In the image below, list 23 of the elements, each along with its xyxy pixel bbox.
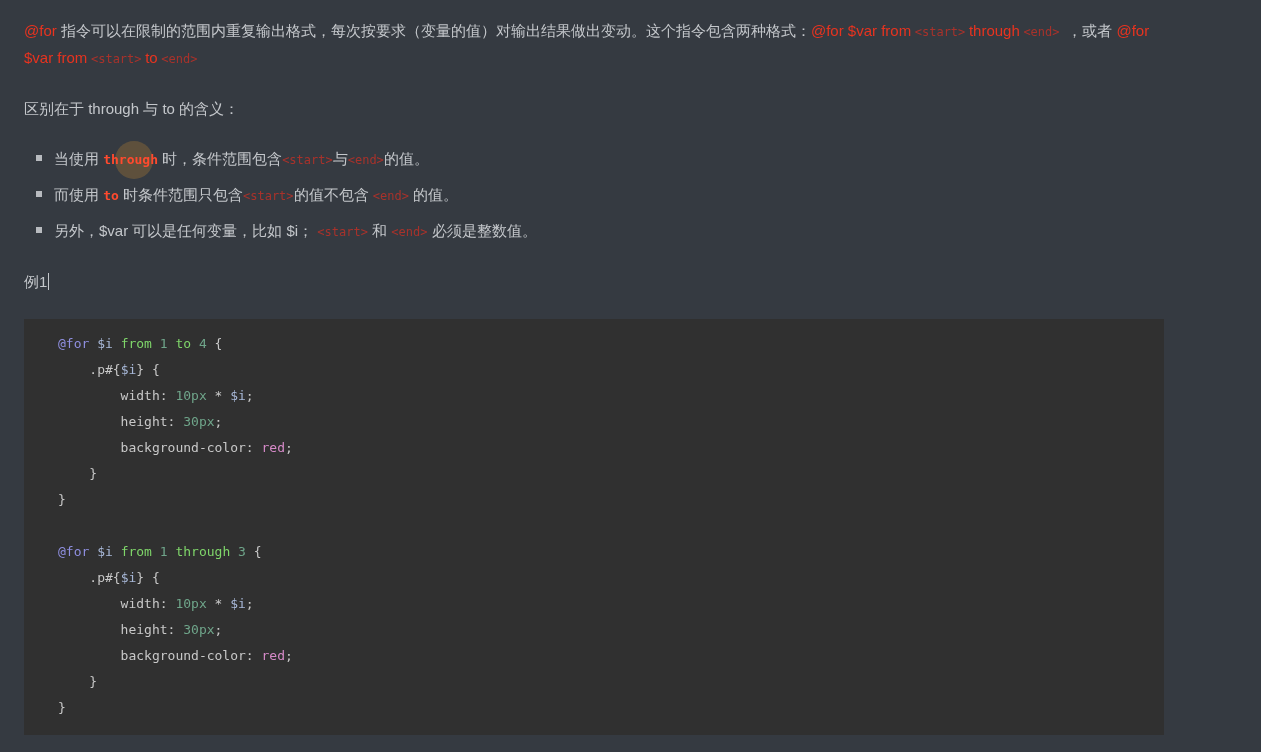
code-line: .p#{$i} { [88, 361, 161, 379]
bullet-icon [36, 191, 42, 197]
code-line: } [88, 673, 99, 691]
code-line: width: 10px * $i; [119, 595, 255, 613]
code-line: } [88, 465, 99, 483]
code-line: @for $i from 1 through 3 { [58, 543, 263, 561]
paragraph: @for 指令可以在限制的范围内重复输出格式，每次按要求（变量的值）对输出结果做出变动。这个指令包含两种格式：@for $var from <start> through <end> ，或者 @for $var from <start> to <end> [24, 21, 1151, 68]
code-line: } [58, 491, 67, 509]
paragraph: 区别在于 through 与 to 的含义： [24, 99, 241, 119]
code-line: .p#{$i} { [88, 569, 161, 587]
code-line: height: 30px; [119, 413, 224, 431]
code-line: } [58, 699, 67, 717]
list-item-text: 当使用 through 时，条件范围包含<start>与<end>的值。 [54, 146, 429, 173]
bullet-icon [36, 155, 42, 161]
paragraph: 例1 [24, 272, 51, 292]
list-item-text: 而使用 to 时条件范围只包含<start>的值不包含 <end> 的值。 [54, 185, 459, 205]
code-line: width: 10px * $i; [119, 387, 255, 405]
list-item-text: 另外，$var 可以是任何变量，比如 $i； <start> 和 <end> 必须是整数值。 [54, 221, 537, 241]
code-line: height: 30px; [119, 621, 224, 639]
code-line: background-color: red; [119, 647, 294, 665]
code-line: background-color: red; [119, 439, 294, 457]
code-line: @for $i from 1 to 4 { [58, 335, 224, 353]
bullet-icon [36, 227, 42, 233]
